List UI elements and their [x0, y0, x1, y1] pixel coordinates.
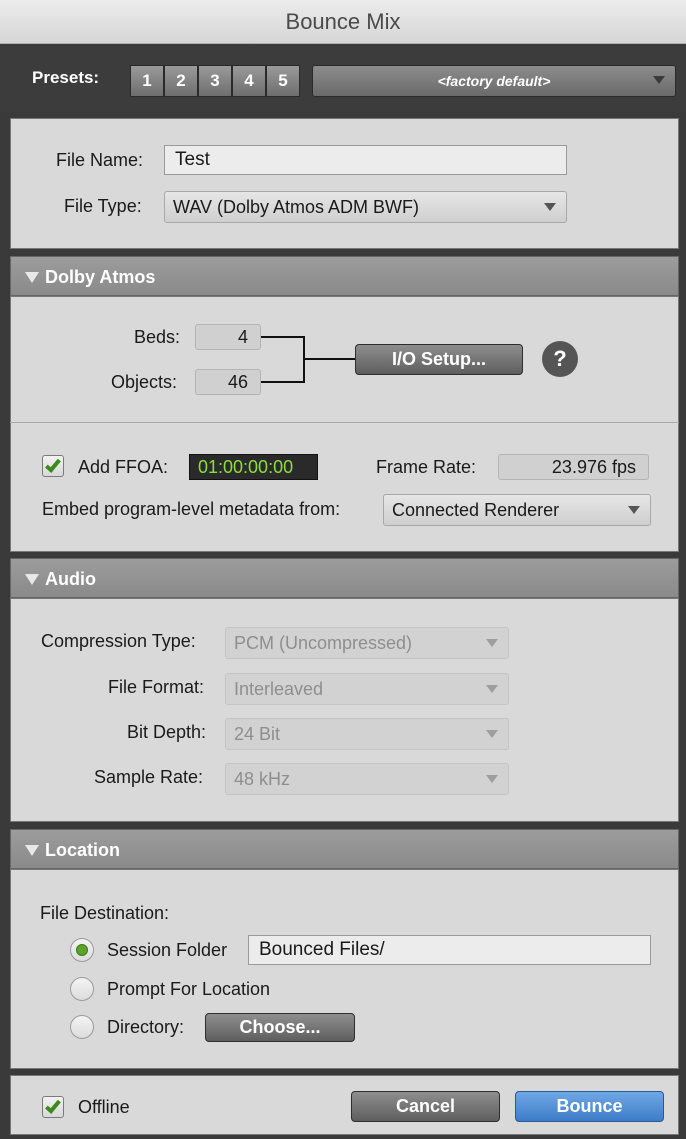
disclosure-triangle-icon [25, 574, 39, 585]
file-type-value: WAV (Dolby Atmos ADM BWF) [173, 197, 420, 217]
preset-button-4[interactable]: 4 [232, 65, 266, 97]
audio-header[interactable]: Audio [10, 558, 679, 598]
beds-label: Beds: [134, 327, 181, 347]
chevron-down-icon [486, 685, 498, 693]
dolby-atmos-title: Dolby Atmos [45, 267, 156, 287]
audio-title: Audio [45, 569, 96, 589]
chevron-down-icon [486, 639, 498, 647]
file-type-label: File Type: [64, 196, 142, 216]
beds-field[interactable]: 4 [195, 324, 261, 350]
file-panel [10, 118, 679, 249]
checkmark-icon [45, 456, 61, 473]
radio-selected-dot [76, 944, 88, 956]
disclosure-triangle-icon [25, 845, 39, 856]
bit-depth-label: Bit Depth: [127, 722, 207, 742]
file-name-label: File Name: [56, 150, 144, 170]
embed-metadata-value: Connected Renderer [392, 500, 560, 520]
cancel-button[interactable]: Cancel [351, 1091, 500, 1122]
choose-button[interactable]: Choose... [205, 1013, 355, 1042]
chevron-down-icon [486, 730, 498, 738]
preset-buttons: 1 2 3 4 5 [130, 65, 300, 97]
directory-label: Directory: [107, 1017, 185, 1037]
offline-checkbox[interactable] [42, 1096, 64, 1118]
dolby-divider [10, 422, 679, 423]
bounce-button[interactable]: Bounce [515, 1091, 664, 1122]
file-name-input[interactable]: Test [164, 145, 567, 175]
session-folder-radio[interactable] [70, 938, 94, 962]
session-folder-label: Session Folder [107, 940, 228, 960]
preset-button-1[interactable]: 1 [130, 65, 164, 97]
preset-button-5[interactable]: 5 [266, 65, 300, 97]
presets-label: Presets: [32, 68, 100, 87]
offline-label: Offline [78, 1097, 130, 1117]
sample-rate-value: 48 kHz [234, 769, 291, 789]
help-icon[interactable]: ? [542, 341, 578, 377]
bit-depth-dropdown: 24 Bit [225, 718, 509, 750]
file-format-value: Interleaved [234, 679, 324, 699]
preset-button-2[interactable]: 2 [164, 65, 198, 97]
routing-line [261, 336, 305, 383]
location-title: Location [45, 840, 120, 860]
preset-dropdown[interactable]: <factory default> [312, 65, 676, 97]
file-format-label: File Format: [108, 677, 205, 697]
frame-rate-label: Frame Rate: [376, 457, 477, 477]
add-ffoa-label: Add FFOA: [78, 457, 169, 477]
window-title: Bounce Mix [0, 0, 686, 44]
presets-bar: Presets: 1 2 3 4 5 <factory default> [0, 44, 686, 112]
routing-connector [261, 336, 357, 383]
file-destination-label: File Destination: [40, 903, 170, 923]
chevron-down-icon [628, 506, 640, 514]
frame-rate-field: 23.976 fps [498, 454, 649, 480]
dolby-atmos-header[interactable]: Dolby Atmos [10, 256, 679, 296]
compression-type-dropdown: PCM (Uncompressed) [225, 627, 509, 659]
embed-metadata-label: Embed program-level metadata from: [42, 499, 341, 519]
checkmark-icon [45, 1097, 61, 1114]
bit-depth-value: 24 Bit [234, 724, 281, 744]
preset-button-3[interactable]: 3 [198, 65, 232, 97]
compression-type-label: Compression Type: [41, 631, 196, 651]
preset-dropdown-value: <factory default> [437, 73, 551, 89]
prompt-location-radio[interactable] [70, 977, 94, 1001]
ffoa-timecode-field[interactable]: 01:00:00:00 [189, 454, 318, 480]
sample-rate-label: Sample Rate: [94, 767, 204, 787]
embed-metadata-dropdown[interactable]: Connected Renderer [383, 494, 651, 526]
objects-field[interactable]: 46 [195, 369, 261, 395]
add-ffoa-checkbox[interactable] [42, 455, 64, 477]
file-type-dropdown[interactable]: WAV (Dolby Atmos ADM BWF) [164, 191, 567, 223]
session-folder-input[interactable]: Bounced Files/ [248, 935, 651, 965]
prompt-location-label: Prompt For Location [107, 979, 271, 999]
chevron-down-icon [486, 775, 498, 783]
file-format-dropdown: Interleaved [225, 673, 509, 705]
location-header[interactable]: Location [10, 829, 679, 869]
chevron-down-icon [653, 76, 665, 84]
io-setup-button[interactable]: I/O Setup... [355, 344, 523, 375]
sample-rate-dropdown: 48 kHz [225, 763, 509, 795]
objects-label: Objects: [111, 372, 178, 392]
disclosure-triangle-icon [25, 272, 39, 283]
compression-type-value: PCM (Uncompressed) [234, 633, 413, 653]
directory-radio[interactable] [70, 1015, 94, 1039]
chevron-down-icon [544, 203, 556, 211]
